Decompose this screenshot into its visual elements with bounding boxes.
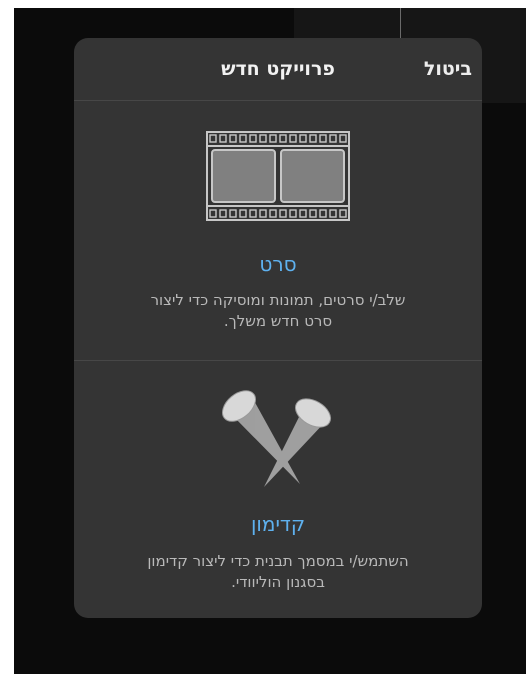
film-strip-icon	[206, 131, 350, 221]
spotlights-icon	[222, 390, 332, 487]
movie-option-description: שלב/י סרטים, תמונות ומוסיקה כדי ליצור סר…	[150, 291, 406, 330]
app-background: פרוייקט חדש ביטול סרט שלב/י סרטים, תמונו…	[14, 8, 526, 674]
trailer-option-title: קדימון	[250, 512, 306, 536]
trailer-option[interactable]: קדימון השתמש/י במסמך תבנית כדי ליצור קדי…	[74, 361, 482, 618]
new-project-dialog: פרוייקט חדש ביטול סרט שלב/י סרטים, תמונו…	[74, 38, 482, 618]
movie-option[interactable]: סרט שלב/י סרטים, תמונות ומוסיקה כדי ליצו…	[74, 101, 482, 360]
dialog-title: פרוייקט חדש	[221, 58, 335, 80]
cancel-button[interactable]: ביטול	[424, 56, 472, 82]
trailer-option-description: השתמש/י במסמך תבנית כדי ליצור קדימון בסג…	[147, 552, 409, 591]
dialog-header: פרוייקט חדש ביטול	[74, 38, 482, 101]
movie-option-title: סרט	[259, 252, 297, 276]
